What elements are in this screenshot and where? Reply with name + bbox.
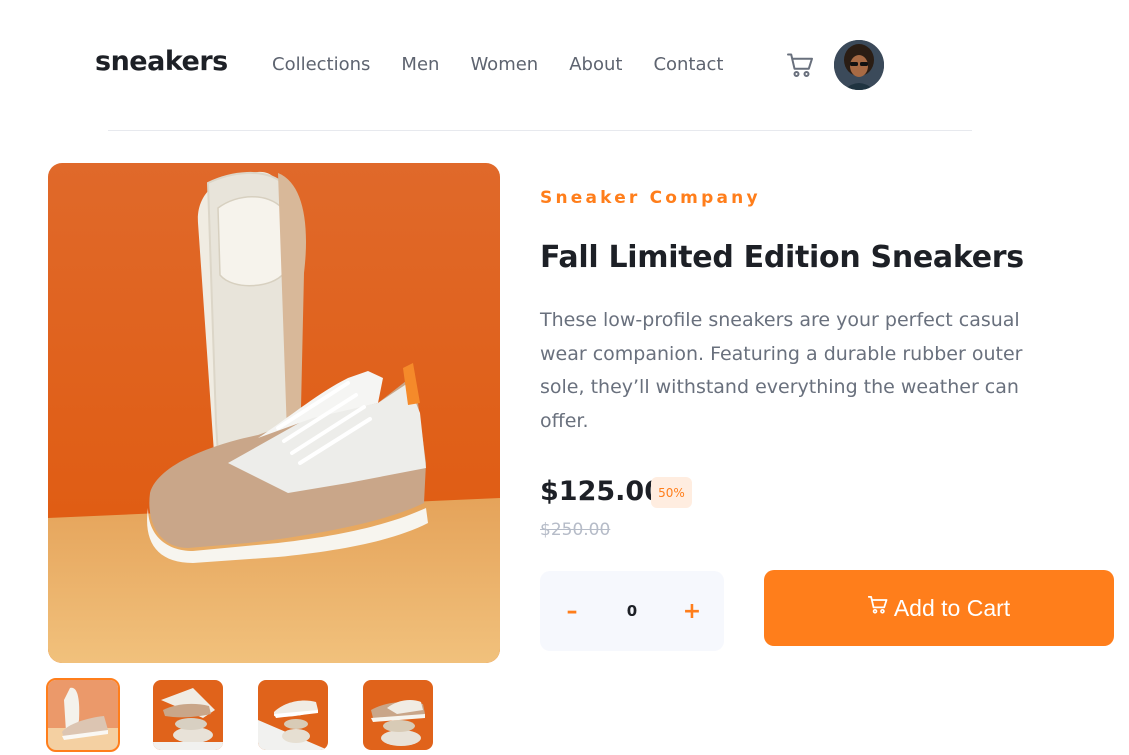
add-to-cart-label: Add to Cart [893, 594, 1011, 621]
original-price: $250.00 [540, 520, 611, 540]
current-price: $125.00 [540, 476, 663, 507]
increment-button[interactable]: + [682, 599, 702, 624]
nav-about[interactable]: About [569, 54, 622, 75]
avatar[interactable] [834, 40, 884, 90]
nav-collections[interactable]: Collections [272, 54, 370, 75]
add-to-cart-button[interactable]: Add to Cart [764, 570, 1114, 646]
logo[interactable]: sneakers [95, 46, 228, 77]
nav-men[interactable]: Men [401, 54, 439, 75]
thumbnail-4[interactable] [363, 680, 433, 750]
company-name: Sneaker Company [540, 188, 761, 208]
cart-icon[interactable] [787, 53, 814, 78]
discount-badge: 50% [651, 477, 692, 508]
decrement-button[interactable]: – [562, 599, 582, 624]
thumbnail-1[interactable] [46, 678, 120, 752]
header-divider [108, 130, 972, 131]
product-description: These low-profile sneakers are your perf… [540, 309, 1023, 432]
quantity-stepper: – 0 + [540, 571, 724, 651]
thumbnail-2[interactable] [153, 680, 223, 750]
thumbnail-3[interactable] [258, 680, 328, 750]
nav-women[interactable]: Women [470, 54, 538, 75]
main-product-image[interactable] [48, 163, 500, 663]
product-title: Fall Limited Edition Sneakers [540, 240, 1024, 275]
main-nav: Collections Men Women About Contact [272, 54, 723, 75]
quantity-value: 0 [626, 602, 638, 620]
nav-contact[interactable]: Contact [653, 54, 723, 75]
cart-icon-button [867, 595, 888, 614]
thumbnail-strip [46, 678, 433, 752]
